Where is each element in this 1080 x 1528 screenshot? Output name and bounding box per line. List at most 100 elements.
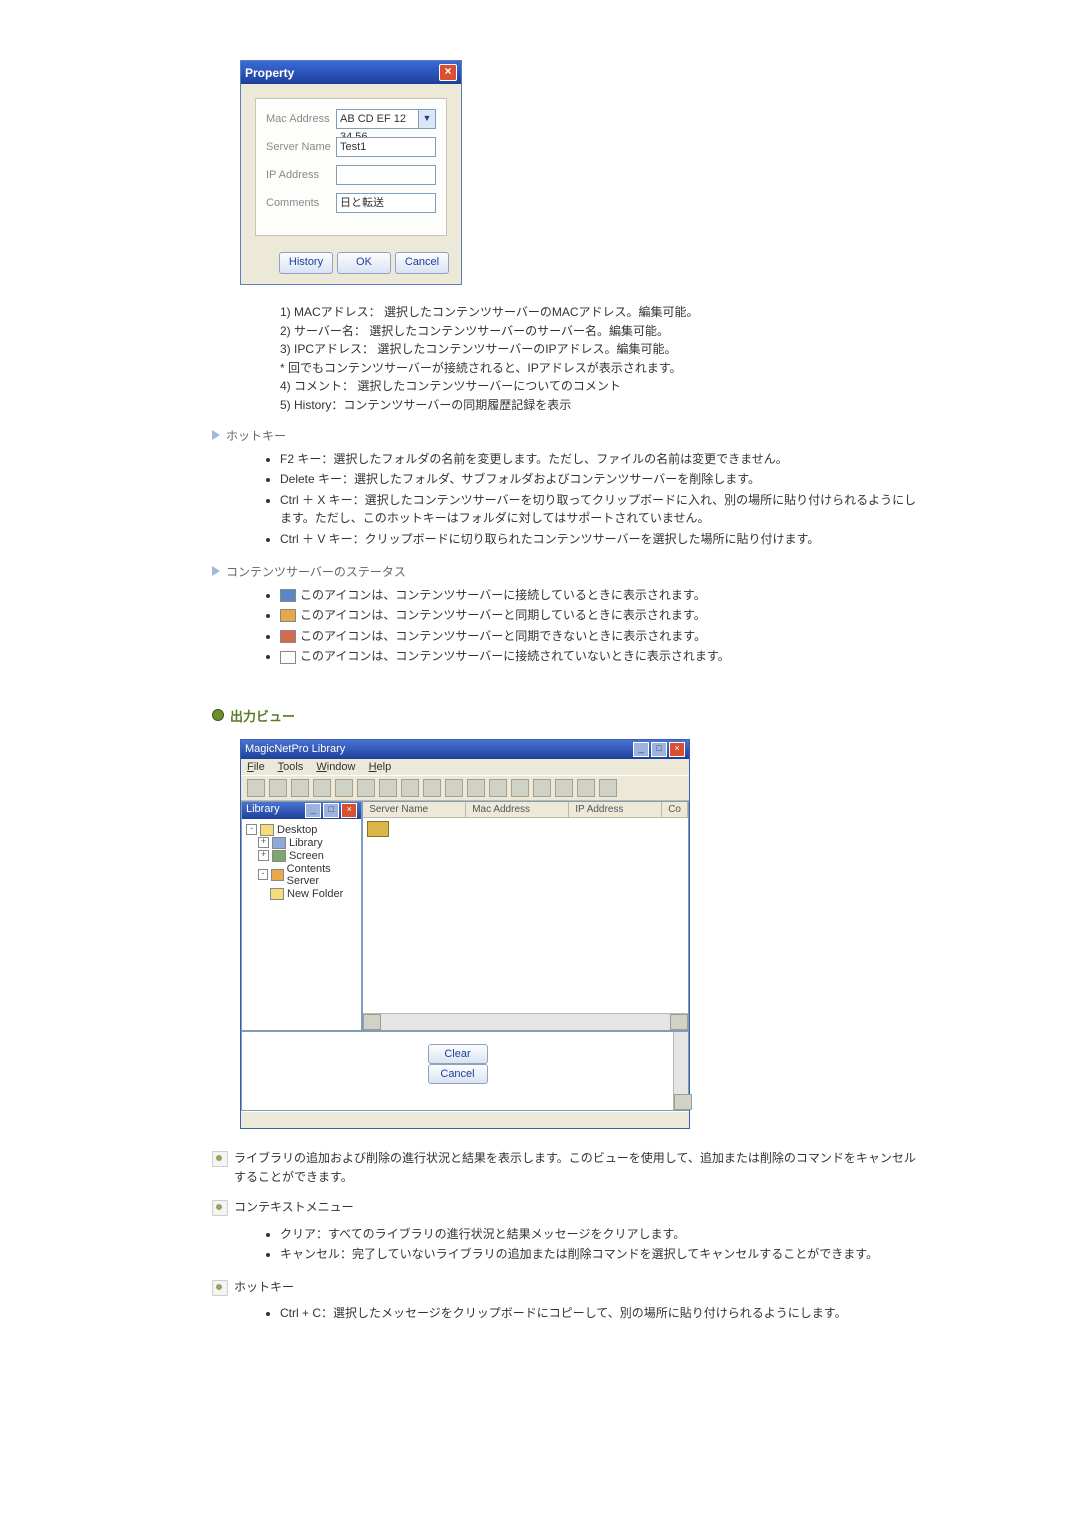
collapse-icon[interactable]: - xyxy=(246,824,257,835)
maximize-icon[interactable]: □ xyxy=(323,803,339,818)
close-icon[interactable]: × xyxy=(341,803,357,818)
note-icon xyxy=(212,1280,228,1296)
server-syncing-icon xyxy=(280,609,296,622)
toolbar-icon[interactable] xyxy=(599,779,617,797)
hotkey2-list: Ctrl + C：選択したメッセージをクリップボードにコピーして、別の場所に貼り… xyxy=(280,1304,920,1323)
toolbar-icon[interactable] xyxy=(577,779,595,797)
toolbar-icon[interactable] xyxy=(269,779,287,797)
output-panel: Clear Cancel xyxy=(241,1031,689,1111)
toolbar xyxy=(241,775,689,801)
scroll-down-icon[interactable] xyxy=(674,1094,692,1110)
mac-dropdown-icon[interactable]: ▼ xyxy=(419,109,436,129)
list-item: Delete キー：選択したフォルダ、サブフォルダおよびコンテンツサーバーを削除… xyxy=(280,470,920,489)
dialog-title-bar: Property × xyxy=(241,61,461,84)
col-co[interactable]: Co xyxy=(662,802,688,817)
server-name-field[interactable]: Test1 xyxy=(336,137,436,157)
horizontal-scrollbar[interactable] xyxy=(363,1013,688,1030)
maximize-icon[interactable]: □ xyxy=(651,742,667,757)
list-item: このアイコンは、コンテンツサーバーと同期しているときに表示されます。 xyxy=(280,606,920,625)
list-body[interactable] xyxy=(363,818,688,1013)
toolbar-icon[interactable] xyxy=(533,779,551,797)
expand-icon[interactable]: + xyxy=(258,837,269,848)
toolbar-icon[interactable] xyxy=(379,779,397,797)
folder-icon xyxy=(270,888,284,900)
menu-help[interactable]: Help xyxy=(369,761,392,773)
ip-address-label: IP Address xyxy=(266,169,336,181)
output-description: ライブラリの追加および削除の進行状況と結果を表示します。このビューを使用して、追… xyxy=(212,1149,920,1186)
explain-line: 5) History：コンテンツサーバーの同期履歴記録を表示 xyxy=(280,396,920,415)
explain-line: 2) サーバー名： 選択したコンテンツサーバーのサーバー名。編集可能。 xyxy=(280,322,920,341)
col-server-name[interactable]: Server Name xyxy=(363,802,466,817)
cancel-button[interactable]: Cancel xyxy=(395,252,449,274)
toolbar-icon[interactable] xyxy=(401,779,419,797)
comments-label: Comments xyxy=(266,197,336,209)
list-item: Ctrl ＋ V キー：クリップボードに切り取られたコンテンツサーバーを選択した… xyxy=(280,530,920,549)
list-item: Ctrl + C：選択したメッセージをクリップボードにコピーして、別の場所に貼り… xyxy=(280,1304,920,1323)
toolbar-icon[interactable] xyxy=(313,779,331,797)
output-view-section-heading: 出力ビュー xyxy=(212,706,920,725)
list-item: このアイコンは、コンテンツサーバーに接続しているときに表示されます。 xyxy=(280,586,920,605)
expand-icon[interactable]: + xyxy=(258,850,269,861)
toolbar-icon[interactable] xyxy=(555,779,573,797)
scroll-right-icon[interactable] xyxy=(670,1014,688,1030)
toolbar-icon[interactable] xyxy=(357,779,375,797)
library-app-window: MagicNetPro Library _ □ × FFileile Tools… xyxy=(240,739,690,1129)
list-item: Ctrl ＋ X キー：選択したコンテンツサーバーを切り取ってクリップボードに入… xyxy=(280,491,920,528)
tree-title-bar: Library _ □ × xyxy=(242,802,361,819)
tree-node[interactable]: New Folder xyxy=(270,888,357,900)
minimize-icon[interactable]: _ xyxy=(305,803,321,818)
history-button[interactable]: History xyxy=(279,252,333,274)
status-bar xyxy=(241,1111,689,1128)
toolbar-icon[interactable] xyxy=(423,779,441,797)
dialog-title: Property xyxy=(245,66,294,80)
toolbar-icon[interactable] xyxy=(511,779,529,797)
tree-node[interactable]: -Contents Server xyxy=(258,863,357,887)
hotkey-list: F2 キー：選択したフォルダの名前を変更します。ただし、ファイルの名前は変更でき… xyxy=(280,450,920,549)
close-icon[interactable]: × xyxy=(439,64,457,81)
toolbar-icon[interactable] xyxy=(247,779,265,797)
server-connected-icon xyxy=(280,589,296,602)
status-heading: コンテンツサーバーのステータス xyxy=(212,563,920,580)
minimize-icon[interactable]: _ xyxy=(633,742,649,757)
toolbar-icon[interactable] xyxy=(489,779,507,797)
mac-address-label: Mac Address xyxy=(266,113,336,125)
explain-line: 3) IPCアドレス： 選択したコンテンツサーバーのIPアドレス。編集可能。 xyxy=(280,340,920,359)
property-explanation: 1) MACアドレス： 選択したコンテンツサーバーのMACアドレス。編集可能。 … xyxy=(280,303,920,415)
menu-bar: FFileile Tools Window Help xyxy=(241,759,689,775)
cancel-button[interactable]: Cancel xyxy=(428,1064,488,1084)
hotkey2-heading: ホットキー xyxy=(212,1278,920,1297)
close-icon[interactable]: × xyxy=(669,742,685,757)
ok-button[interactable]: OK xyxy=(337,252,391,274)
col-mac-address[interactable]: Mac Address xyxy=(466,802,569,817)
mac-address-field[interactable]: AB CD EF 12 34 56 xyxy=(336,109,419,129)
col-ip-address[interactable]: IP Address xyxy=(569,802,662,817)
comments-field[interactable]: 日と転送 xyxy=(336,193,436,213)
arrow-icon xyxy=(212,566,220,576)
folder-icon[interactable] xyxy=(367,821,389,837)
screen-icon xyxy=(272,850,286,862)
vertical-scrollbar[interactable] xyxy=(673,1032,688,1110)
library-icon xyxy=(272,837,286,849)
toolbar-icon[interactable] xyxy=(445,779,463,797)
server-name-label: Server Name xyxy=(266,141,336,153)
toolbar-icon[interactable] xyxy=(467,779,485,797)
collapse-icon[interactable]: - xyxy=(258,869,268,880)
clear-button[interactable]: Clear xyxy=(428,1044,488,1064)
menu-window[interactable]: Window xyxy=(316,761,355,773)
tree-node[interactable]: +Library xyxy=(258,837,357,849)
tree-node[interactable]: -Desktop xyxy=(246,824,357,836)
ip-address-field[interactable] xyxy=(336,165,436,185)
scroll-left-icon[interactable] xyxy=(363,1014,381,1030)
status-list: このアイコンは、コンテンツサーバーに接続しているときに表示されます。 このアイコ… xyxy=(280,586,920,666)
list-item: F2 キー：選択したフォルダの名前を変更します。ただし、ファイルの名前は変更でき… xyxy=(280,450,920,469)
explain-line: 1) MACアドレス： 選択したコンテンツサーバーのMACアドレス。編集可能。 xyxy=(280,303,920,322)
toolbar-icon[interactable] xyxy=(291,779,309,797)
menu-file[interactable]: FFileile xyxy=(247,761,265,773)
property-dialog: Property × Mac Address AB CD EF 12 34 56… xyxy=(240,60,462,285)
list-header: Server Name Mac Address IP Address Co xyxy=(363,802,688,818)
context-menu-list: クリア：すべてのライブラリの進行状況と結果メッセージをクリアします。 キャンセル… xyxy=(280,1225,920,1264)
menu-tools[interactable]: Tools xyxy=(278,761,304,773)
tree-node[interactable]: +Screen xyxy=(258,850,357,862)
toolbar-icon[interactable] xyxy=(335,779,353,797)
server-sync-fail-icon xyxy=(280,630,296,643)
